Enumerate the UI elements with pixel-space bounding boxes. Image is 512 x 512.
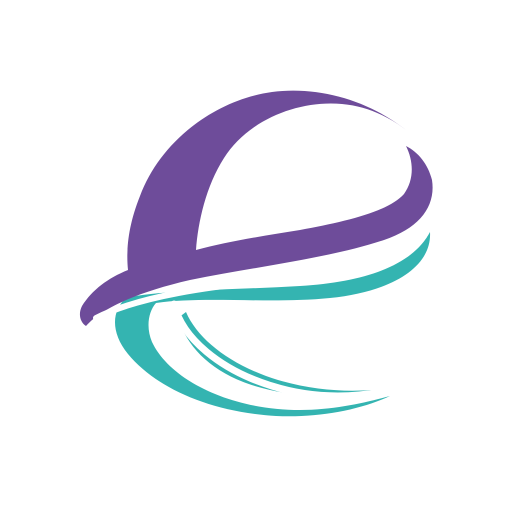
stylized-letter-e-logo-icon [79,90,433,417]
app-icon-canvas [0,0,512,512]
